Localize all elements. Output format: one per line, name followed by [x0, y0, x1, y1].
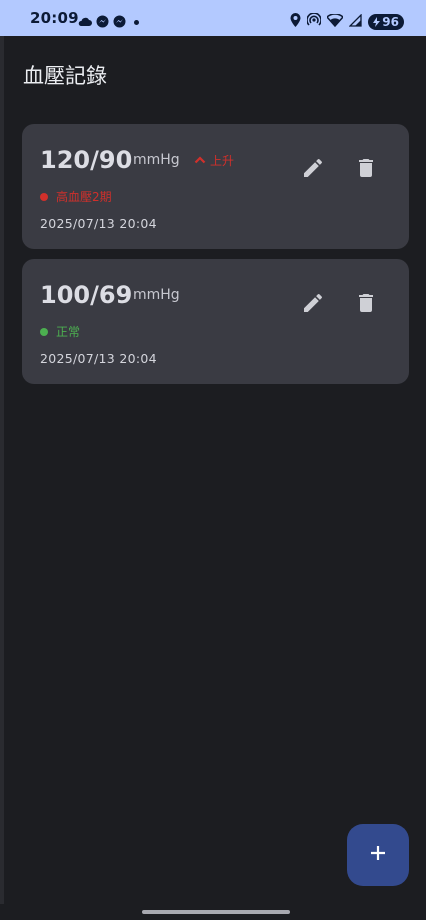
cloud-icon: [78, 13, 92, 32]
record-card[interactable]: 100/69 mmHg 正常 2025/07/13 20:04: [22, 259, 409, 384]
messenger-icon: [113, 13, 126, 32]
delete-icon[interactable]: [352, 154, 380, 182]
window-edge: [0, 36, 4, 904]
navigation-bar: [0, 904, 426, 920]
unit-label: mmHg: [133, 152, 180, 168]
status-dot: [40, 192, 48, 201]
unit-label: mmHg: [133, 287, 180, 303]
battery-icon: 96: [368, 13, 404, 30]
trend-indicator: 上升: [194, 152, 234, 169]
status-label: 高血壓2期: [56, 190, 112, 204]
chevron-up-icon: [194, 154, 206, 168]
edit-icon[interactable]: [299, 154, 327, 182]
top-app-bar: 血壓記錄: [0, 36, 426, 112]
location-icon: [290, 12, 301, 31]
trend-label: 上升: [210, 154, 235, 168]
plus-icon: [368, 843, 388, 867]
messenger-icon: [96, 13, 109, 32]
delete-icon[interactable]: [352, 289, 380, 317]
battery-level: 96: [382, 14, 399, 29]
status-dot: [40, 327, 48, 336]
dot-icon: [134, 20, 139, 25]
blood-pressure-value: 100/69: [40, 281, 133, 309]
home-indicator[interactable]: [142, 910, 290, 914]
status-indicator: 高血壓2期: [40, 188, 112, 205]
page-title: 血壓記錄: [23, 64, 107, 88]
hotspot-icon: [306, 12, 323, 31]
system-icons: 96: [290, 12, 404, 31]
notification-icons: [78, 13, 139, 32]
add-record-button[interactable]: [347, 824, 409, 886]
status-time: 20:09: [30, 9, 79, 27]
signal-icon: [348, 12, 362, 31]
edit-icon[interactable]: [299, 289, 327, 317]
record-timestamp: 2025/07/13 20:04: [40, 351, 157, 366]
wifi-icon: [326, 12, 345, 31]
status-indicator: 正常: [40, 323, 80, 340]
status-label: 正常: [56, 325, 81, 339]
record-timestamp: 2025/07/13 20:04: [40, 216, 157, 231]
record-card[interactable]: 120/90 mmHg 上升 高血壓2期 2025/07/13 20:04: [22, 124, 409, 249]
status-bar: 20:09 96: [0, 0, 426, 36]
blood-pressure-value: 120/90: [40, 146, 133, 174]
